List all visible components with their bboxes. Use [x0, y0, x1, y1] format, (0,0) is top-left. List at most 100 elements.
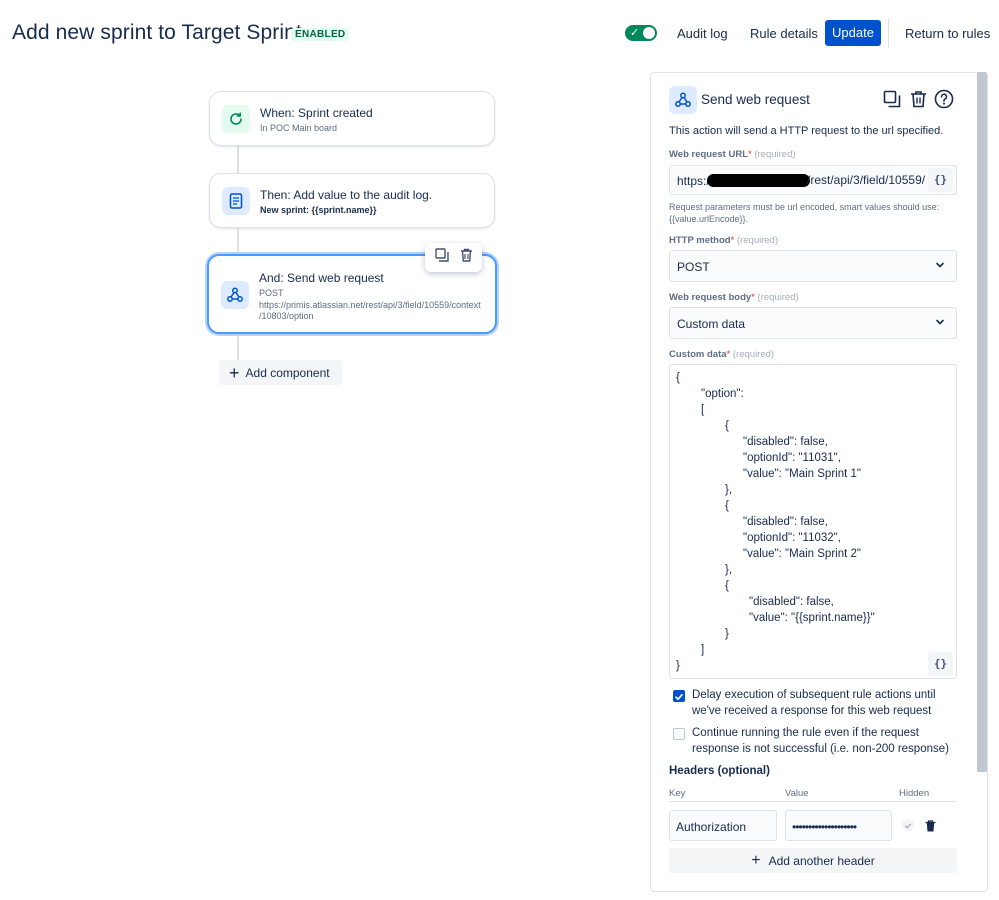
body-label-text: Web request body	[669, 292, 752, 303]
continue-running-label: Continue running the rule even if the re…	[692, 727, 949, 755]
request-method: POST	[259, 288, 284, 298]
code-line: "value": "{{sprint.name}}"	[749, 612, 875, 624]
code-line: {	[676, 372, 680, 384]
required-hint: (required)	[736, 235, 779, 246]
request-url-line: https://primis.atlassian.net/rest/api/3/…	[259, 299, 481, 310]
toggle-knob	[643, 27, 655, 39]
code-line: "optionId": "11031",	[743, 452, 841, 464]
url-suffix: /rest/api/3/field/10559/	[807, 173, 926, 187]
code-line: {	[725, 580, 729, 592]
delay-execution-checkbox[interactable]	[673, 690, 685, 702]
body-label: Web request body* (required)	[669, 292, 799, 303]
webhook-icon	[669, 86, 697, 114]
code-line: "value": "Main Sprint 2"	[743, 548, 861, 560]
trigger-subtitle: In POC Main board	[260, 123, 338, 133]
smart-value-button[interactable]: {}	[928, 652, 953, 676]
rule-enabled-toggle[interactable]: ✓	[625, 25, 657, 41]
status-badge: ENABLED	[291, 28, 350, 41]
value-column-header: Value	[785, 788, 809, 799]
redaction-mark	[707, 174, 810, 187]
hidden-column-header: Hidden	[899, 788, 930, 799]
method-label-text: HTTP method	[669, 235, 731, 246]
node-toolbar	[425, 243, 482, 272]
method-value: POST	[677, 260, 710, 274]
code-line: }	[676, 660, 680, 672]
chevron-down-icon	[936, 262, 944, 268]
flow-connector	[237, 146, 239, 173]
method-label: HTTP method* (required)	[669, 235, 778, 246]
chevron-down-icon	[936, 319, 944, 325]
check-icon: ✓	[630, 27, 640, 39]
header-key-input[interactable]: Authorization	[669, 810, 777, 841]
code-line: "disabled": false,	[743, 516, 828, 528]
headers-label: Headers (optional)	[669, 765, 770, 777]
body-select[interactable]: Custom data	[669, 307, 957, 339]
panel-description: This action will send a HTTP request to …	[669, 125, 944, 137]
trash-icon[interactable]	[460, 248, 473, 267]
headers-divider	[669, 801, 957, 802]
add-component-button[interactable]: + Add component	[219, 360, 342, 385]
url-help-text: Request parameters must be url encoded, …	[669, 202, 940, 224]
page-title: Add new sprint to Target Sprint	[12, 21, 302, 44]
hidden-checkbox[interactable]	[902, 819, 914, 831]
plus-icon: +	[229, 362, 240, 383]
smart-value-button[interactable]: {}	[928, 168, 953, 192]
required-hint: (required)	[757, 292, 799, 303]
add-header-label: Add another header	[768, 853, 875, 868]
required-marker: *	[726, 349, 731, 360]
trash-icon[interactable]	[907, 88, 929, 110]
code-line: },	[725, 484, 733, 496]
flow-connector	[237, 228, 239, 254]
header-divider	[888, 18, 889, 48]
plus-icon: +	[751, 851, 761, 869]
rule-header: Add new sprint to Target Sprint ENABLED …	[0, 0, 999, 64]
code-line: },	[725, 564, 733, 576]
header-value-input[interactable]: ••••••••••••••••••••	[785, 810, 892, 841]
custom-data-label-text: Custom data	[669, 349, 727, 360]
code-line: "option":	[701, 388, 744, 400]
check-icon	[904, 823, 912, 829]
trigger-icon	[222, 105, 250, 133]
flow-connector	[237, 334, 239, 360]
update-button[interactable]: Update	[825, 20, 881, 46]
code-line: [	[701, 404, 705, 416]
custom-data-label: Custom data* (required)	[669, 349, 774, 360]
code-line: "disabled": false,	[749, 596, 834, 608]
code-line: "optionId": "11032",	[743, 532, 841, 544]
add-header-button[interactable]: + Add another header	[669, 848, 957, 873]
required-marker: *	[751, 292, 755, 303]
return-to-rules-link[interactable]: Return to rules	[905, 26, 990, 41]
code-line: ]	[701, 644, 705, 656]
rule-details-link[interactable]: Rule details	[750, 26, 818, 41]
code-line: "disabled": false,	[743, 436, 828, 448]
audit-log-link[interactable]: Audit log	[677, 26, 728, 41]
action-subtitle: New sprint: {{sprint.name}}	[260, 205, 377, 215]
continue-running-checkbox[interactable]	[673, 728, 685, 740]
method-select[interactable]: POST	[669, 250, 957, 282]
panel-scrollbar[interactable]	[977, 72, 987, 772]
required-hint: (required)	[732, 349, 775, 360]
duplicate-icon[interactable]	[881, 88, 903, 110]
request-url-line: /10803/option	[259, 311, 314, 321]
document-icon	[222, 187, 250, 215]
trigger-node[interactable]: When: Sprint created In POC Main board	[209, 91, 495, 146]
code-line: "value": "Main Sprint 1"	[743, 468, 861, 480]
action-details: POST https://primis.atlassian.net/rest/a…	[259, 288, 489, 323]
duplicate-icon[interactable]	[434, 248, 449, 267]
code-line: {	[725, 500, 729, 512]
trash-icon[interactable]	[925, 819, 936, 837]
url-label: Web request URL* (required)	[669, 149, 796, 160]
code-line: {	[725, 420, 729, 432]
url-label-text: Web request URL	[669, 149, 749, 160]
required-marker: *	[748, 149, 752, 160]
trigger-title: When: Sprint created	[260, 106, 373, 120]
panel-title: Send web request	[701, 92, 810, 107]
action-title: Then: Add value to the audit log.	[260, 188, 433, 202]
audit-log-action-node[interactable]: Then: Add value to the audit log. New sp…	[209, 173, 495, 228]
required-hint: (required)	[754, 149, 796, 160]
webhook-icon	[221, 281, 249, 309]
body-value: Custom data	[677, 317, 746, 331]
help-icon[interactable]	[933, 88, 955, 110]
url-prefix: https:/	[677, 174, 710, 188]
add-component-label: Add component	[245, 365, 330, 380]
